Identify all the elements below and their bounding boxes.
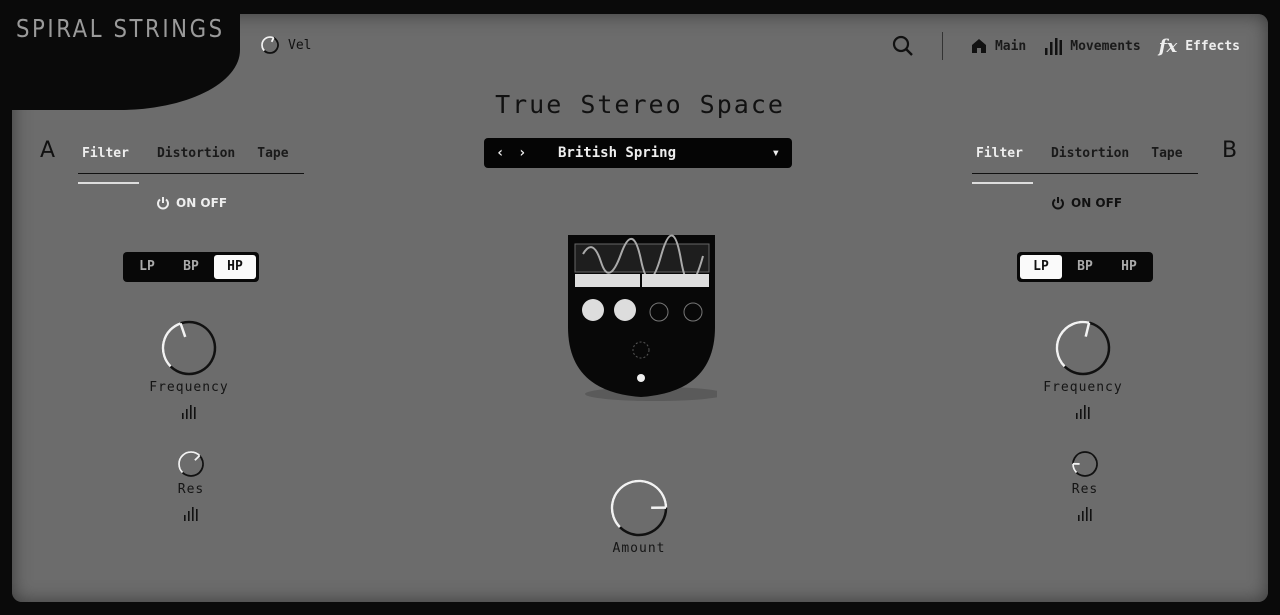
next-preset-button[interactable]: ›: [518, 145, 540, 161]
nav-main-label: Main: [994, 38, 1027, 54]
dropdown-icon[interactable]: ▾: [772, 145, 780, 161]
knob-pointer: [179, 322, 187, 338]
modulation-bars-icon[interactable]: [1077, 507, 1093, 521]
amount-knob[interactable]: [610, 479, 668, 537]
tab-b-tape[interactable]: Tape: [1141, 144, 1192, 173]
logo: SPIRAL STRINGS: [16, 14, 225, 43]
side-a-power-toggle[interactable]: ON OFF: [156, 196, 227, 210]
side-b-tabs: Filter Distortion Tape: [972, 144, 1198, 184]
res-knob[interactable]: [177, 450, 205, 478]
power-icon: [157, 197, 169, 210]
mode-bp[interactable]: BP: [1064, 255, 1106, 279]
preset-name: British Spring: [558, 145, 677, 161]
spring-reverb-device-image: [568, 234, 717, 401]
vel-label: Vel: [288, 37, 312, 53]
prev-preset-button[interactable]: ‹: [496, 145, 518, 161]
knob-value-arc: [161, 322, 182, 368]
side-a-filter-mode: LP BP HP: [123, 252, 259, 282]
tab-a-distortion[interactable]: Distortion: [147, 144, 245, 173]
knob-value-arc: [610, 479, 668, 528]
side-b-filter-mode: LP BP HP: [1017, 252, 1153, 282]
tab-a-tape[interactable]: Tape: [247, 144, 298, 173]
power-icon: [1052, 197, 1064, 210]
power-label: ON OFF: [1071, 196, 1123, 210]
side-a-res: Res: [131, 450, 251, 521]
mode-lp[interactable]: LP: [126, 255, 168, 279]
mode-bp[interactable]: BP: [170, 255, 212, 279]
side-a-label: A: [40, 138, 56, 163]
side-b-frequency: Frequency: [1023, 320, 1143, 419]
side-b-res: Res: [1025, 450, 1145, 521]
nav-effects-label: Effects: [1185, 38, 1240, 54]
mode-hp[interactable]: HP: [214, 255, 256, 279]
side-a-frequency: Frequency: [129, 320, 249, 419]
knob-pointer: [1084, 322, 1091, 337]
vel-knob[interactable]: [260, 35, 280, 55]
side-b-label: B: [1222, 138, 1238, 163]
search-icon[interactable]: [892, 35, 914, 57]
knob-value-arc: [178, 451, 201, 474]
effect-title: True Stereo Space: [495, 90, 785, 119]
nav-movements-label: Movements: [1070, 38, 1141, 54]
velocity-control[interactable]: Vel: [260, 35, 311, 55]
knob-value-arc: [1055, 320, 1090, 368]
top-nav: Main Movements fx Effects: [892, 32, 1240, 60]
modulation-bars-icon[interactable]: [1075, 405, 1091, 419]
home-icon: [971, 39, 986, 53]
modulation-bars-icon[interactable]: [181, 405, 197, 419]
nav-main[interactable]: Main: [971, 38, 1026, 54]
knob-pointer: [270, 37, 275, 43]
preset-selector[interactable]: ‹ › British Spring ▾: [484, 138, 792, 168]
frequency-label: Frequency: [1043, 380, 1123, 395]
frequency-knob[interactable]: [1055, 320, 1111, 376]
knob-value-arc: [261, 36, 275, 52]
tab-b-distortion[interactable]: Distortion: [1041, 144, 1139, 173]
res-knob[interactable]: [1071, 450, 1099, 478]
res-label: Res: [1071, 482, 1099, 497]
power-label: ON OFF: [176, 196, 228, 210]
tab-b-filter[interactable]: Filter: [972, 144, 1033, 184]
knob-value-arc: [1072, 463, 1078, 474]
frequency-label: Frequency: [149, 380, 229, 395]
amount-control: Amount: [579, 479, 699, 556]
nav-divider: [941, 32, 943, 60]
mode-hp[interactable]: HP: [1108, 255, 1150, 279]
res-label: Res: [177, 482, 205, 497]
modulation-bars-icon[interactable]: [183, 507, 199, 521]
nav-effects[interactable]: fx Effects: [1159, 36, 1240, 57]
side-b-power-toggle[interactable]: ON OFF: [1051, 196, 1122, 210]
knob-pointer: [194, 455, 201, 461]
mode-lp[interactable]: LP: [1020, 255, 1062, 279]
frequency-knob[interactable]: [161, 320, 217, 376]
bars-icon: [1045, 38, 1063, 55]
fx-icon: fx: [1158, 35, 1178, 57]
nav-movements[interactable]: Movements: [1044, 37, 1141, 55]
amount-label: Amount: [612, 541, 666, 556]
side-a-tabs: Filter Distortion Tape: [78, 144, 304, 184]
tab-a-filter[interactable]: Filter: [78, 144, 139, 184]
